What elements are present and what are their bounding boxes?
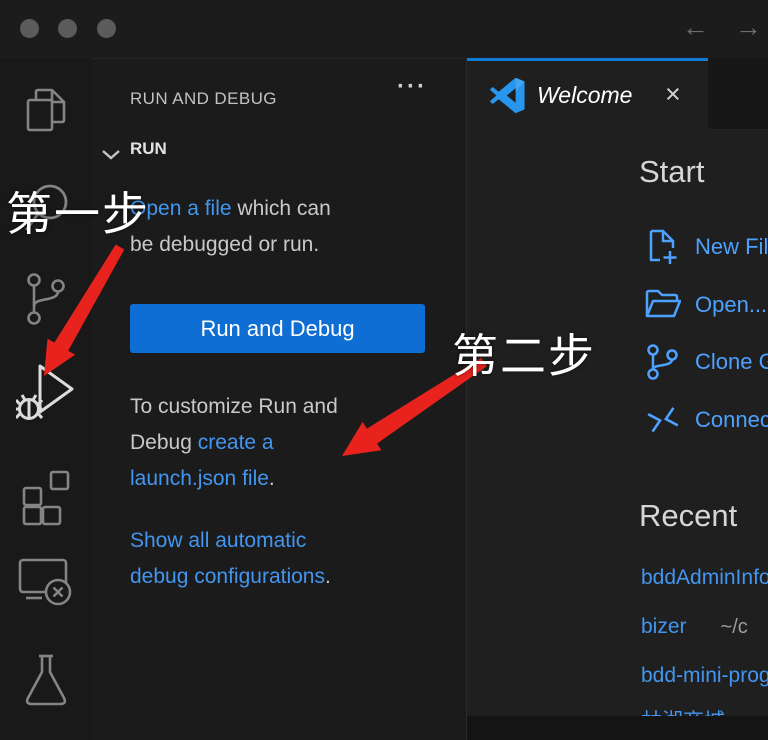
show-configurations-hint: Show all automatic debug configurations.: [130, 523, 440, 595]
panel-title: RUN AND DEBUG: [130, 89, 277, 109]
window-zoom-button[interactable]: [97, 19, 116, 38]
connect-remote-icon: [639, 396, 686, 444]
customize-line1: To customize Run and: [130, 389, 440, 425]
testing-icon[interactable]: [0, 650, 92, 710]
titlebar: ← →: [0, 0, 768, 58]
new-file-icon: [643, 227, 681, 267]
recent-heading: Recent: [639, 498, 737, 534]
start-clone-repo[interactable]: Clone Git Repository...: [643, 342, 768, 382]
customize-line2-pre: Debug: [130, 431, 198, 454]
start-item-label: Connect to...: [695, 407, 768, 433]
open-folder-icon: [643, 285, 681, 325]
recent-item-name: bdd-mini-program: [641, 664, 768, 687]
tab-label: Welcome: [537, 82, 632, 109]
step1-annotation: 第一步: [6, 178, 150, 244]
editor-area: Welcome × Start New File... Open... Clon…: [466, 58, 768, 740]
period: .: [269, 467, 275, 490]
run-and-debug-panel: RUN AND DEBUG ··· RUN Open a file which …: [92, 58, 466, 740]
start-item-label: Open...: [695, 292, 767, 318]
remote-explorer-icon[interactable]: [0, 554, 92, 610]
recent-item[interactable]: bdd-mini-program: [641, 664, 768, 688]
start-item-label: Clone Git Repository...: [695, 349, 768, 375]
chevron-down-icon[interactable]: [100, 147, 122, 161]
show-all-automatic-link[interactable]: Show all automatic: [130, 529, 306, 552]
customize-hint: To customize Run and Debug create a laun…: [130, 389, 440, 497]
tab-bar: Welcome ×: [467, 58, 768, 130]
tab-bar-empty: [708, 58, 768, 130]
editor-bottom-edge: [467, 716, 768, 740]
source-control-icon[interactable]: [0, 270, 92, 328]
extensions-icon[interactable]: [0, 466, 92, 526]
start-heading: Start: [639, 154, 704, 190]
run-and-debug-button[interactable]: Run and Debug: [130, 304, 425, 353]
hint-text-line2: be debugged or run.: [130, 227, 440, 263]
window-minimize-button[interactable]: [58, 19, 77, 38]
step2-annotation: 第二步: [452, 320, 596, 386]
debug-configurations-link[interactable]: debug configurations: [130, 565, 325, 588]
launch-json-file-link[interactable]: launch.json file: [130, 467, 269, 490]
activity-bar: [0, 58, 92, 740]
more-actions-icon[interactable]: ···: [397, 73, 427, 101]
clone-repo-icon: [643, 342, 681, 382]
recent-item-name: bizer: [641, 615, 687, 638]
start-connect-to[interactable]: Connect to...: [643, 400, 768, 440]
window-close-button[interactable]: [20, 19, 39, 38]
period: .: [325, 565, 331, 588]
vscode-logo-icon: [489, 77, 526, 114]
run-section-header[interactable]: RUN: [130, 139, 167, 159]
start-open[interactable]: Open...: [643, 285, 767, 325]
explorer-icon[interactable]: [0, 84, 92, 136]
recent-item[interactable]: bddAdminInfo: [641, 566, 768, 590]
navigate-back-icon[interactable]: ←: [682, 8, 709, 46]
create-launch-json-link[interactable]: create a: [198, 431, 274, 454]
run-and-debug-icon[interactable]: [0, 360, 92, 428]
open-file-hint: Open a file which can be debugged or run…: [130, 191, 440, 263]
tab-welcome[interactable]: Welcome ×: [467, 58, 708, 130]
tab-close-icon[interactable]: ×: [665, 79, 681, 110]
start-item-label: New File...: [695, 234, 768, 260]
start-new-file[interactable]: New File...: [643, 227, 768, 267]
recent-item[interactable]: bizer ~/c: [641, 615, 748, 639]
hint-text: which can: [232, 197, 331, 220]
navigate-forward-icon[interactable]: →: [735, 8, 762, 46]
recent-item-path: ~/c: [721, 616, 748, 638]
recent-item-name: bddAdminInfo: [641, 566, 768, 589]
